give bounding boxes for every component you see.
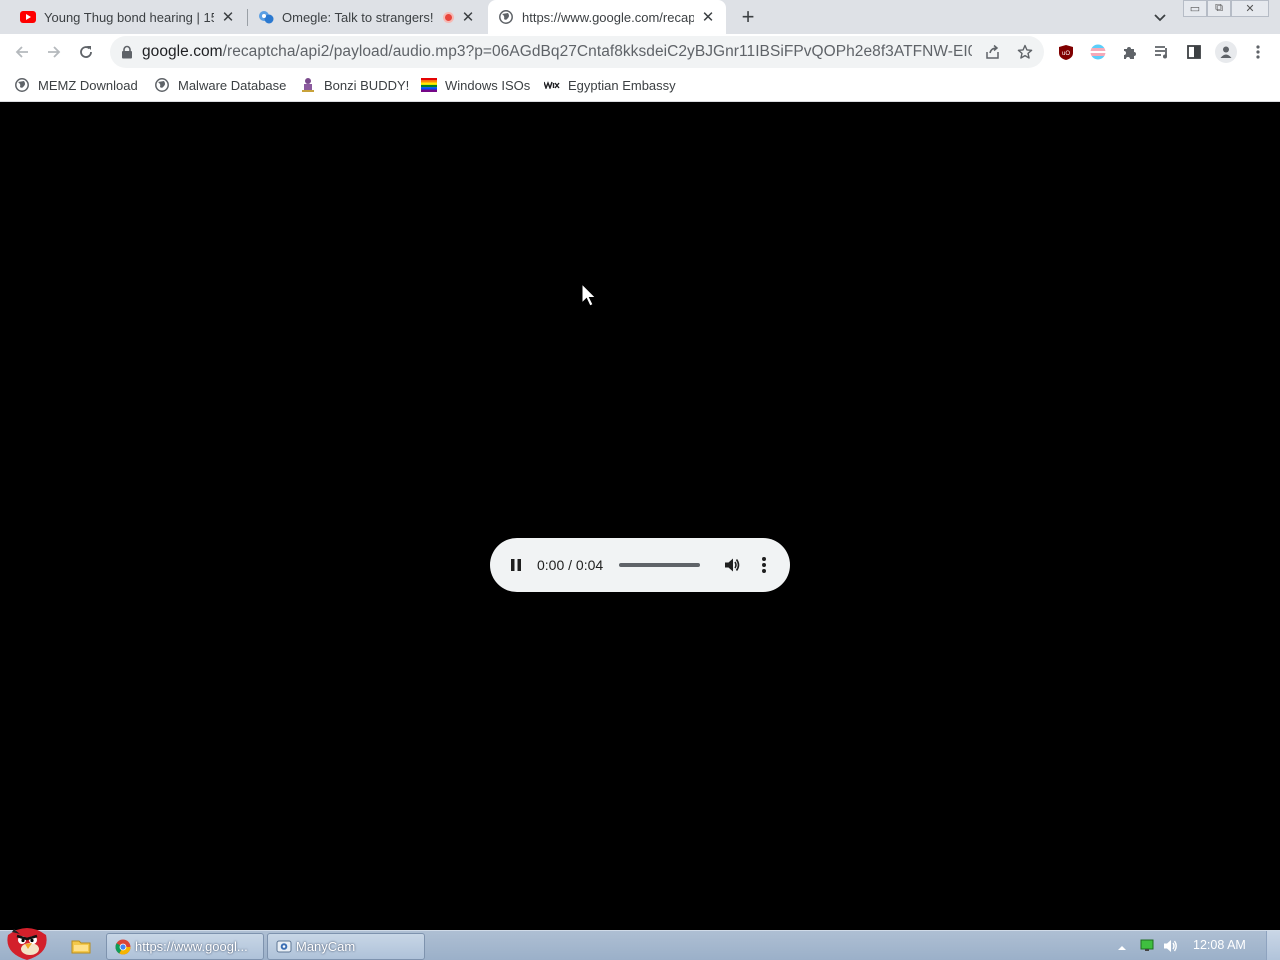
- dot: [762, 569, 766, 573]
- restore-button[interactable]: ⧉: [1207, 0, 1231, 17]
- window-controls: ▭ ⧉ ✕: [1183, 0, 1269, 18]
- chrome-icon: [115, 939, 131, 955]
- tab-omegle[interactable]: Omegle: Talk to strangers! ✕: [250, 0, 484, 34]
- minimize-button[interactable]: ▭: [1183, 0, 1207, 17]
- pause-button[interactable]: [509, 557, 523, 573]
- seek-slider[interactable]: [619, 563, 700, 567]
- taskbar: https://www.googl... ManyCam 12:08 AM: [0, 928, 1280, 960]
- bookmark-label: Egyptian Embassy: [568, 77, 676, 93]
- bookmark-memz-download[interactable]: MEMZ Download: [14, 75, 138, 95]
- volume-icon[interactable]: [723, 556, 741, 574]
- reload-icon[interactable]: [77, 43, 95, 61]
- tab-title: Young Thug bond hearing | 15: [44, 9, 214, 25]
- forward-icon[interactable]: [45, 43, 63, 61]
- browser-toolbar: google.com/recaptcha/api2/payload/audio.…: [0, 34, 1280, 69]
- url-path: /recaptcha/api2/payload/audio.mp3?p=06AG…: [222, 43, 972, 60]
- bookmarks-bar: MEMZ Download Malware Database Bonzi BUD…: [0, 69, 1280, 102]
- clock[interactable]: 12:08 AM: [1193, 938, 1246, 952]
- sidepanel-icon[interactable]: [1185, 43, 1203, 61]
- dot: [762, 563, 766, 567]
- audio-player: 0:00 / 0:04: [490, 538, 790, 592]
- share-icon[interactable]: [985, 44, 1001, 60]
- volume-tray-icon[interactable]: [1162, 937, 1180, 955]
- omegle-icon: [258, 9, 274, 25]
- youtube-icon: [20, 9, 36, 25]
- bookmark-label: Malware Database: [178, 77, 287, 93]
- tray-expand-icon[interactable]: [1117, 940, 1127, 950]
- bonzi-icon: [300, 77, 316, 93]
- tab-strip: Young Thug bond hearing | 15 ✕ Omegle: T…: [0, 0, 1280, 34]
- tab-title: Omegle: Talk to strangers!: [282, 9, 434, 25]
- tab-divider: [247, 9, 248, 26]
- tab-recaptcha-audio[interactable]: https://www.google.com/recap ✕: [488, 0, 726, 34]
- dot: [762, 557, 766, 561]
- taskbar-manycam-window[interactable]: ManyCam: [267, 933, 425, 960]
- globe-icon: [154, 77, 170, 93]
- bookmark-bonzi-buddy[interactable]: Bonzi BUDDY!: [300, 75, 409, 95]
- puzzle-icon[interactable]: [1121, 43, 1139, 61]
- tab-search-icon[interactable]: [1152, 9, 1168, 25]
- window-close-button[interactable]: ✕: [1231, 0, 1269, 17]
- task-label: https://www.googl...: [135, 939, 248, 954]
- manycam-icon: [276, 939, 292, 955]
- globe-icon: [498, 9, 514, 25]
- seek-track: [619, 563, 700, 567]
- media-queue-icon[interactable]: [1153, 43, 1171, 61]
- wix-icon: [544, 77, 560, 93]
- bookmark-label: MEMZ Download: [38, 77, 138, 93]
- more-vert-icon[interactable]: [756, 555, 772, 575]
- taskbar-chrome-window[interactable]: https://www.googl...: [106, 933, 264, 960]
- bookmark-label: Windows ISOs: [445, 77, 531, 93]
- url-text[interactable]: google.com/recaptcha/api2/payload/audio.…: [142, 43, 972, 61]
- address-bar[interactable]: google.com/recaptcha/api2/payload/audio.…: [110, 36, 1044, 68]
- close-icon[interactable]: ✕: [700, 9, 716, 26]
- explorer-icon[interactable]: [71, 937, 91, 955]
- bookmark-label: Bonzi BUDDY!: [324, 77, 410, 93]
- svg-text:uO: uO: [1062, 51, 1070, 57]
- close-icon[interactable]: ✕: [220, 9, 236, 26]
- profile-icon[interactable]: [1215, 41, 1237, 63]
- star-icon[interactable]: [1017, 44, 1033, 60]
- tab-title: https://www.google.com/recap: [522, 9, 694, 25]
- bookmark-malware-database[interactable]: Malware Database: [154, 75, 286, 95]
- page-content: 0:00 / 0:04: [0, 103, 1280, 930]
- show-desktop-button[interactable]: [1266, 931, 1280, 960]
- mouse-pointer-icon: [581, 282, 597, 309]
- tab-youtube[interactable]: Young Thug bond hearing | 15 ✕: [12, 0, 244, 34]
- new-tab-button[interactable]: +: [737, 6, 759, 29]
- close-icon[interactable]: ✕: [460, 9, 476, 26]
- start-button[interactable]: [2, 923, 52, 960]
- task-label: ManyCam: [296, 939, 356, 954]
- network-icon[interactable]: [1140, 939, 1154, 952]
- kebab-menu-icon[interactable]: [1249, 43, 1267, 61]
- lock-icon[interactable]: [120, 45, 134, 59]
- back-icon[interactable]: [13, 43, 31, 61]
- extension-flag-icon[interactable]: [1089, 43, 1107, 61]
- bookmark-egyptian-embassy[interactable]: Egyptian Embassy: [544, 75, 676, 95]
- time-display: 0:00 / 0:04: [537, 557, 604, 573]
- recording-icon: [443, 11, 454, 23]
- url-host: google.com: [142, 43, 223, 60]
- ublock-icon[interactable]: uO: [1057, 43, 1075, 61]
- rainbow-flag-icon: [421, 77, 437, 93]
- bookmark-windows-isos[interactable]: Windows ISOs: [421, 75, 530, 95]
- globe-icon: [14, 77, 30, 93]
